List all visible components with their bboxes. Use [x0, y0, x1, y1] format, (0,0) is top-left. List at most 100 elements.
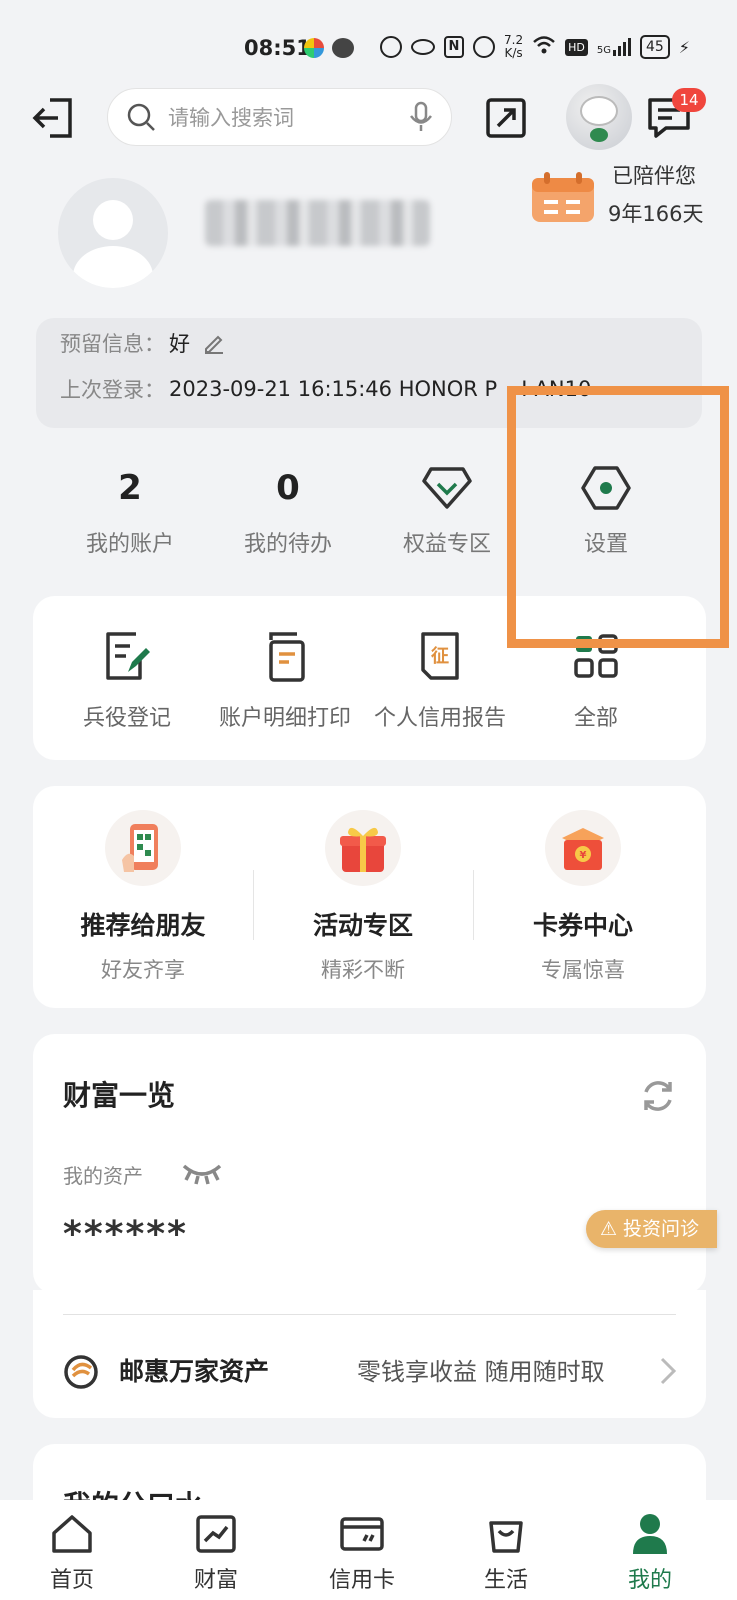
exit-button[interactable]	[30, 94, 78, 142]
credit-card-icon	[312, 1510, 412, 1558]
nav-life-label: 生活	[483, 1568, 528, 1593]
alarm-icon	[473, 36, 495, 58]
warning-icon: ⚠	[600, 1218, 618, 1240]
notification-icons	[304, 38, 354, 58]
nav-wealth[interactable]: 财富	[166, 1510, 266, 1594]
edit-icon[interactable]	[202, 331, 226, 355]
share-icon	[486, 98, 526, 138]
last-login-label: 上次登录：	[60, 378, 165, 402]
my-todos[interactable]: 0 我的待办	[213, 460, 363, 558]
refresh-icon[interactable]	[640, 1078, 676, 1114]
military-register-label: 兵役登记	[82, 706, 171, 731]
last-login-value: 2023-09-21 16:15:46 HONOR P	[169, 377, 498, 401]
eye-icon	[411, 39, 435, 55]
activity-zone[interactable]: 活动专区 精彩不断	[253, 810, 473, 984]
coupon-center-title: 卡券中心	[532, 911, 633, 940]
statement-print[interactable]: 账户明细打印	[205, 626, 365, 732]
all-services-label: 全部	[573, 706, 618, 731]
home-icon	[22, 1510, 122, 1558]
activity-zone-subtitle: 精彩不断	[321, 958, 405, 982]
coupon-box-icon: ¥	[545, 810, 621, 886]
nav-mine-label: 我的	[627, 1568, 672, 1593]
register-icon	[47, 626, 207, 686]
hidden-eye-icon[interactable]	[181, 1160, 223, 1186]
gift-icon	[325, 810, 401, 886]
status-time: 08:51	[244, 36, 311, 60]
wealth-overview-card: 财富一览 我的资产 ******	[33, 1034, 706, 1294]
credit-report-label: 个人信用报告	[373, 706, 506, 731]
wechat-icon	[332, 38, 354, 58]
bottom-nav: 首页 财富 信用卡 生活 我的	[0, 1500, 737, 1600]
share-button[interactable]	[484, 96, 528, 140]
avatar[interactable]	[58, 178, 168, 288]
military-register[interactable]: 兵役登记	[47, 626, 207, 732]
invest-consult-button[interactable]: ⚠ 投资问诊	[586, 1210, 718, 1248]
companion-duration: 9年166天	[608, 202, 704, 226]
net-speed: 7.2 K/s	[504, 33, 524, 60]
refer-friend[interactable]: 推荐给朋友 好友齐享	[33, 810, 253, 984]
mascot-avatar[interactable]	[566, 84, 632, 150]
reserved-info-value: 好	[169, 332, 190, 356]
nav-life[interactable]: 生活	[456, 1510, 556, 1594]
svg-text:征: 征	[431, 645, 449, 667]
benefits-zone[interactable]: 权益专区	[372, 460, 522, 558]
phone-qr-icon	[105, 810, 181, 886]
username-blurred	[205, 200, 430, 246]
shopping-bag-icon	[456, 1510, 556, 1558]
accounts-label: 我的账户	[85, 532, 174, 557]
statement-print-label: 账户明细打印	[218, 706, 351, 731]
promo-card: 推荐给朋友 好友齐享 活动专区 精彩不断 ¥ 卡券中心 专属惊喜	[33, 786, 706, 1008]
assets-masked-value: ******	[63, 1214, 188, 1255]
invest-consult-label: 投资问诊	[623, 1218, 700, 1240]
message-count-badge: 14	[672, 88, 706, 112]
search-input[interactable]: 请输入搜索词	[107, 88, 452, 146]
credit-report-icon: 征	[360, 626, 520, 686]
my-assets-label: 我的资产	[63, 1164, 143, 1188]
todos-count: 0	[276, 468, 300, 508]
nfc-icon: N	[444, 36, 464, 58]
youhui-card[interactable]: 邮惠万家资产 零钱享收益 随用随时取	[33, 1290, 706, 1418]
calendar-icon	[530, 170, 596, 224]
coupon-center-subtitle: 专属惊喜	[541, 958, 625, 982]
youhui-title: 邮惠万家资产	[119, 1357, 270, 1386]
companion-label: 已陪伴您	[612, 164, 696, 188]
reserved-info-label: 预留信息：	[60, 332, 165, 356]
status-indicators: N 7.2 K/s HD 5G 45 ⚡	[380, 34, 690, 60]
print-icon	[205, 626, 365, 686]
user-icon	[600, 1510, 700, 1558]
charging-icon: ⚡	[678, 37, 691, 57]
nav-wealth-label: 财富	[193, 1568, 238, 1593]
nav-mine[interactable]: 我的	[600, 1510, 700, 1594]
reserved-info-row: 预留信息： 好	[60, 328, 226, 358]
todos-label: 我的待办	[243, 532, 332, 557]
signal-icon: 5G	[597, 38, 631, 56]
hd-icon: HD	[565, 38, 588, 56]
refer-friend-subtitle: 好友齐享	[101, 958, 185, 982]
wifi-icon	[532, 35, 556, 59]
chart-icon	[166, 1510, 266, 1558]
search-icon	[127, 103, 155, 131]
svg-text:¥: ¥	[580, 850, 587, 861]
status-bar: 08:51 N 7.2 K/s HD 5G 45 ⚡	[0, 0, 737, 80]
nav-home[interactable]: 首页	[22, 1510, 122, 1594]
refer-friend-title: 推荐给朋友	[80, 911, 206, 940]
benefits-label: 权益专区	[402, 532, 491, 557]
microphone-icon[interactable]	[409, 101, 433, 133]
my-accounts[interactable]: 2 我的账户	[55, 460, 205, 558]
credit-report[interactable]: 征 个人信用报告	[360, 626, 520, 732]
nav-credit-card-label: 信用卡	[328, 1568, 395, 1593]
highlight-box	[507, 386, 729, 648]
coupon-center[interactable]: ¥ 卡券中心 专属惊喜	[473, 810, 693, 984]
nav-credit-card[interactable]: 信用卡	[312, 1510, 412, 1594]
youhui-logo-icon	[63, 1354, 99, 1390]
youhui-desc: 零钱享收益 随用随时取	[357, 1358, 605, 1386]
chevron-right-icon	[659, 1356, 677, 1386]
divider	[63, 1314, 676, 1315]
battery-indicator: 45	[639, 35, 670, 59]
accounts-count: 2	[118, 468, 142, 508]
exit-icon	[32, 98, 72, 138]
diamond-icon	[372, 460, 522, 516]
app-notification-icon	[304, 38, 324, 58]
activity-zone-title: 活动专区	[312, 911, 413, 940]
nav-home-label: 首页	[49, 1568, 94, 1593]
